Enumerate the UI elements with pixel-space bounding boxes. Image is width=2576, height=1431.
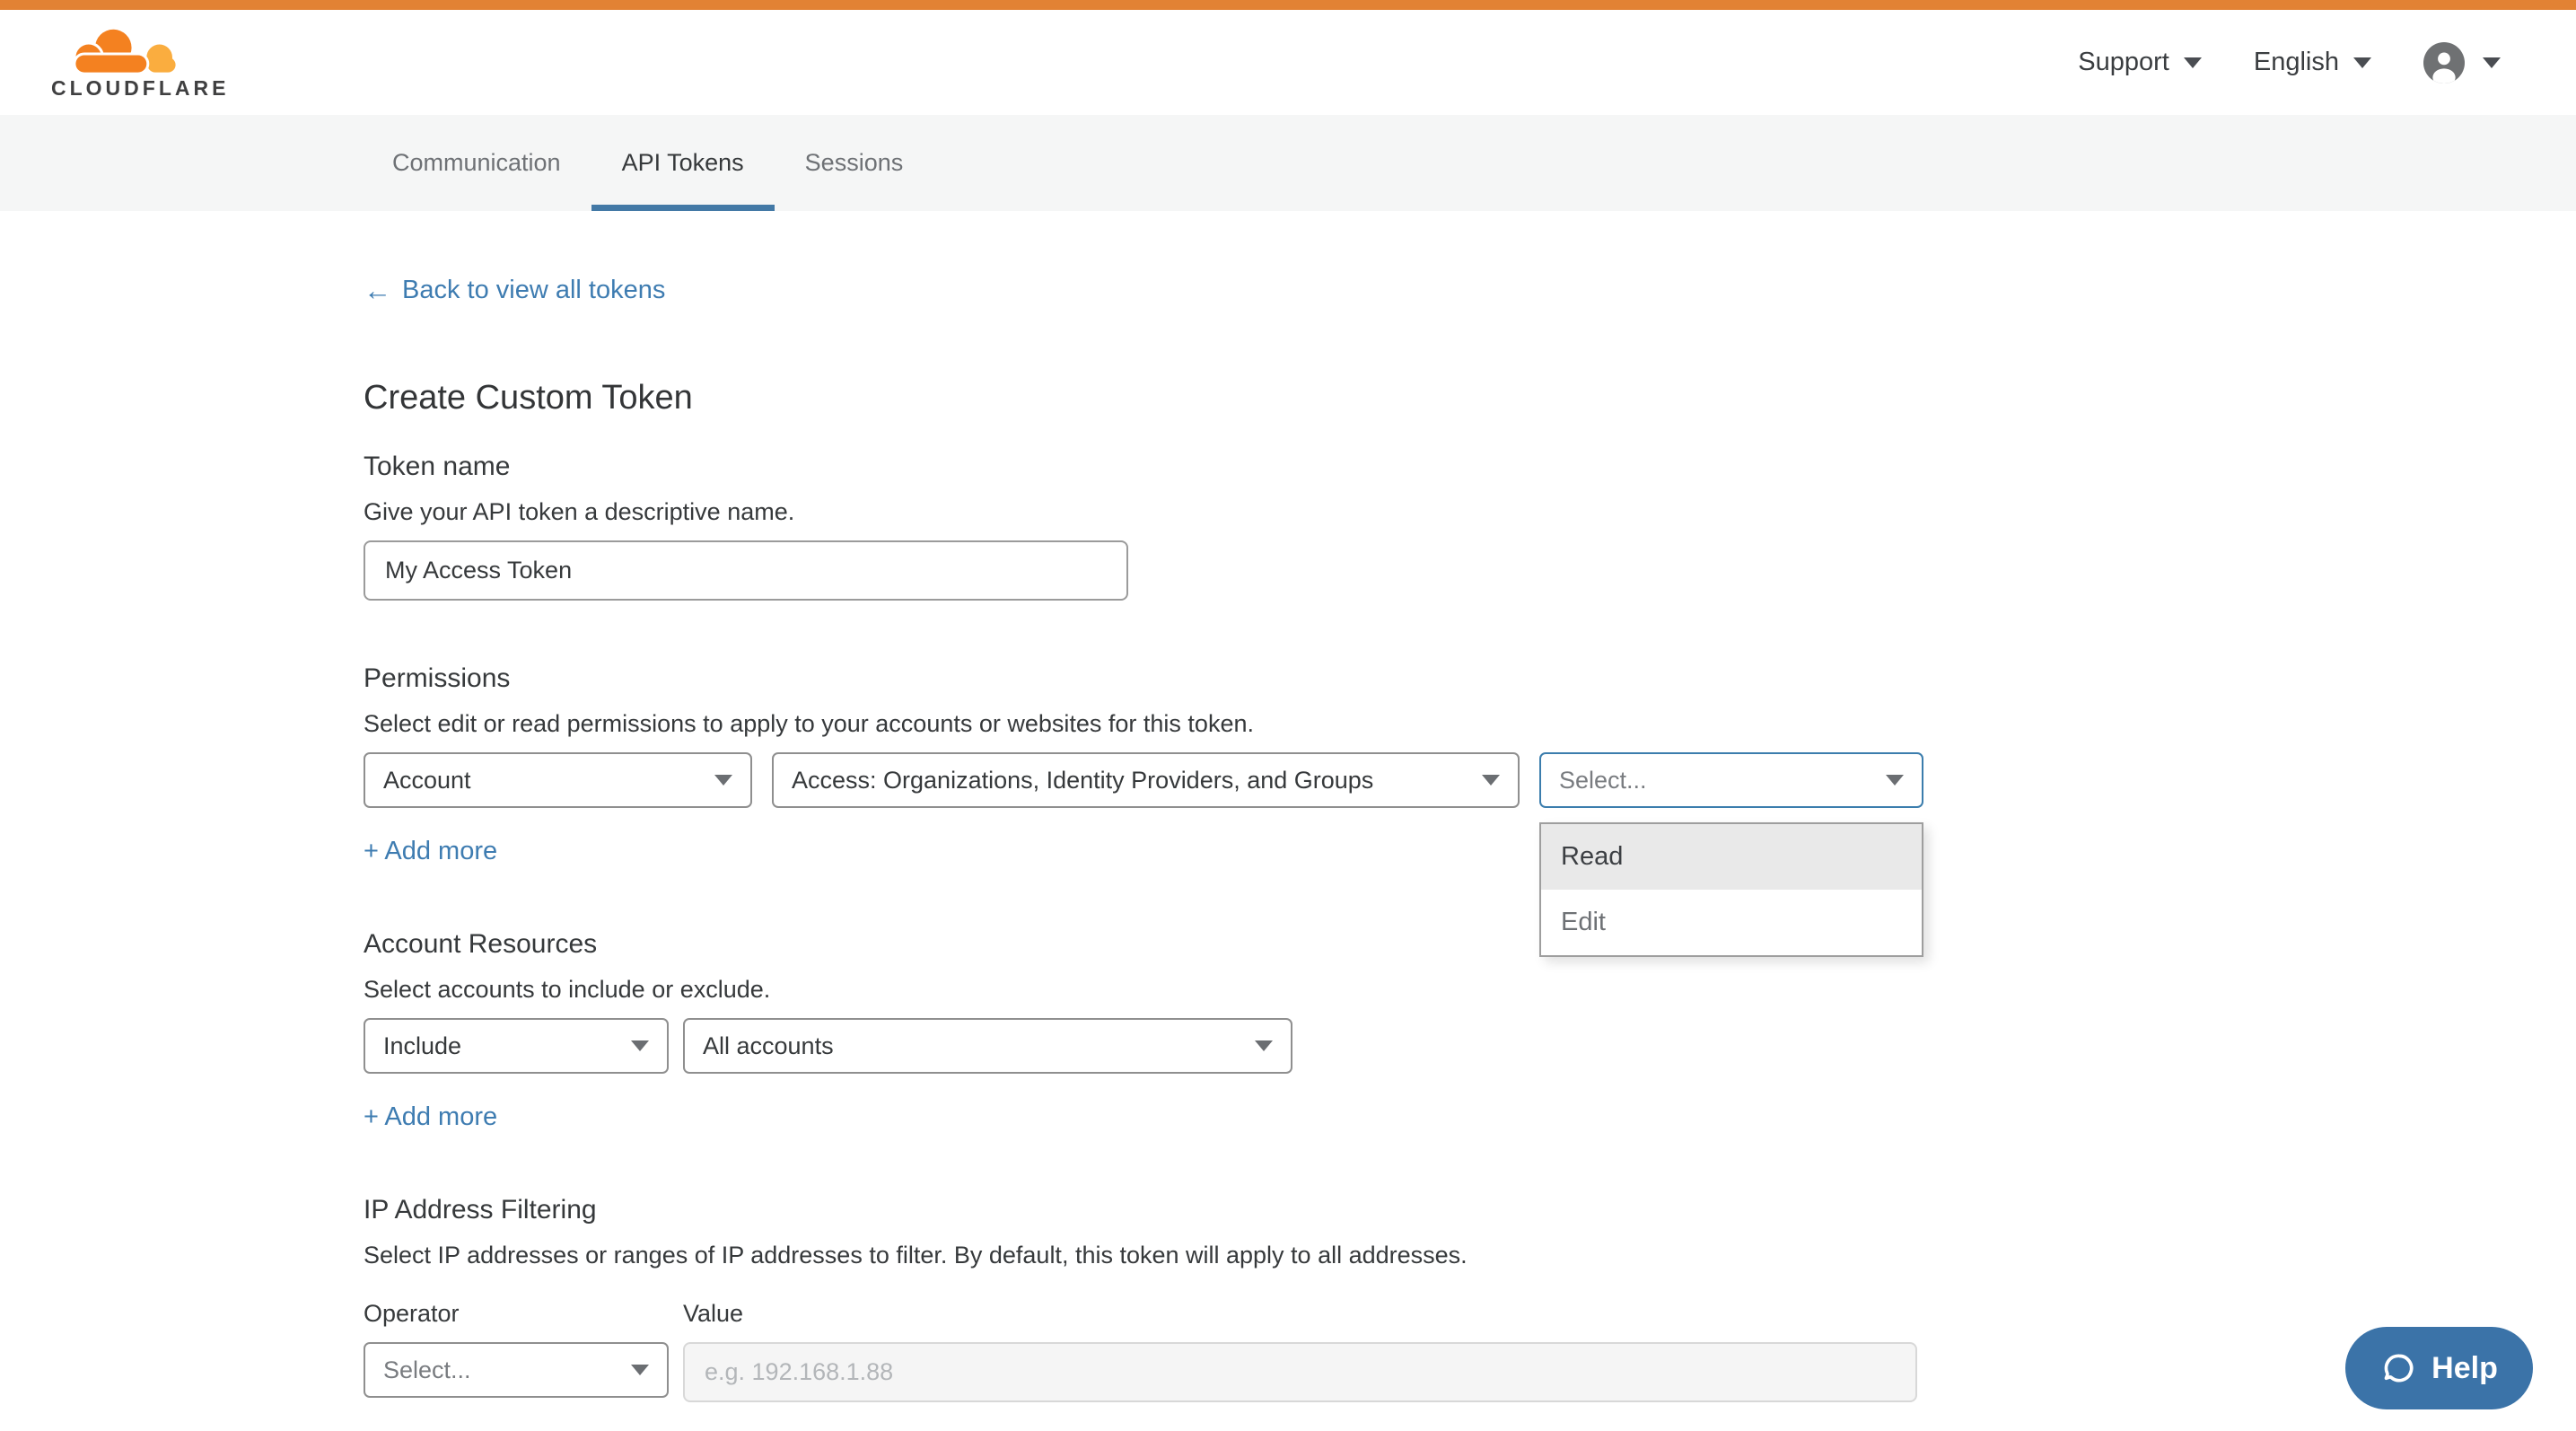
chevron-down-icon xyxy=(2483,57,2501,68)
ip-value-input[interactable] xyxy=(683,1342,1917,1402)
chevron-down-icon xyxy=(714,775,732,786)
support-label: Support xyxy=(2078,48,2169,77)
chat-bubble-icon xyxy=(2380,1349,2418,1387)
cloudflare-logo[interactable]: CLOUDFLARE xyxy=(51,25,229,101)
resource-accounts-value: All accounts xyxy=(703,1032,834,1060)
menu-item-read[interactable]: Read xyxy=(1541,824,1922,890)
permission-scope-select[interactable]: Account xyxy=(364,752,752,808)
permission-access-placeholder: Select... xyxy=(1559,767,1647,795)
help-button-label: Help xyxy=(2431,1351,2498,1386)
resource-mode-select[interactable]: Include xyxy=(364,1018,669,1074)
value-label: Value xyxy=(683,1300,1917,1328)
back-to-tokens-link[interactable]: ← Back to view all tokens xyxy=(364,276,665,305)
ip-filtering-labels: Operator Value xyxy=(364,1300,2576,1328)
ip-filtering-section: IP Address Filtering Select IP addresses… xyxy=(364,1195,2576,1402)
ip-filtering-row: Select... xyxy=(364,1342,2576,1402)
chevron-down-icon xyxy=(631,1365,649,1375)
access-dropdown-menu: Read Edit xyxy=(1539,822,1923,957)
account-resources-row: Include All accounts xyxy=(364,1018,2576,1074)
ip-operator-placeholder: Select... xyxy=(383,1356,471,1384)
resource-accounts-select[interactable]: All accounts xyxy=(683,1018,1292,1074)
permission-scope-value: Account xyxy=(383,767,471,795)
permission-group-value: Access: Organizations, Identity Provider… xyxy=(792,767,1373,795)
page-title: Create Custom Token xyxy=(364,379,2576,417)
support-menu[interactable]: Support xyxy=(2078,48,2202,77)
header: CLOUDFLARE Support English xyxy=(0,10,2576,115)
permissions-row: Account Access: Organizations, Identity … xyxy=(364,752,2576,808)
tab-communication[interactable]: Communication xyxy=(362,115,591,211)
chevron-down-icon xyxy=(1886,775,1904,786)
permissions-add-more-link[interactable]: + Add more xyxy=(364,837,497,866)
operator-label: Operator xyxy=(364,1300,669,1328)
chevron-down-icon xyxy=(631,1040,649,1051)
chevron-down-icon xyxy=(2353,57,2371,68)
language-menu[interactable]: English xyxy=(2254,48,2371,77)
token-name-description: Give your API token a descriptive name. xyxy=(364,498,2576,526)
chevron-down-icon xyxy=(2184,57,2202,68)
brand-accent-bar xyxy=(0,0,2576,10)
language-label: English xyxy=(2254,48,2339,77)
ip-filtering-description: Select IP addresses or ranges of IP addr… xyxy=(364,1242,2576,1269)
token-name-input[interactable] xyxy=(364,540,1128,601)
chevron-down-icon xyxy=(1255,1040,1273,1051)
main-content: ← Back to view all tokens Create Custom … xyxy=(0,211,2576,1402)
chevron-down-icon xyxy=(1482,775,1500,786)
account-menu[interactable] xyxy=(2423,42,2501,83)
top-navigation: Support English xyxy=(2078,42,2501,83)
help-button[interactable]: Help xyxy=(2345,1327,2533,1409)
account-resources-description: Select accounts to include or exclude. xyxy=(364,976,2576,1004)
permissions-section: Permissions Select edit or read permissi… xyxy=(364,663,2576,866)
tab-sessions[interactable]: Sessions xyxy=(775,115,934,211)
menu-item-edit[interactable]: Edit xyxy=(1541,890,1922,955)
tab-api-tokens[interactable]: API Tokens xyxy=(591,115,775,211)
cloudflare-wordmark: CLOUDFLARE xyxy=(51,76,229,101)
account-resources-heading: Account Resources xyxy=(364,929,2576,960)
user-avatar-icon xyxy=(2423,42,2465,83)
back-link-label: Back to view all tokens xyxy=(402,276,665,305)
profile-tabbar: Communication API Tokens Sessions xyxy=(0,115,2576,211)
back-arrow-icon: ← xyxy=(364,277,391,304)
permissions-heading: Permissions xyxy=(364,663,2576,694)
permission-access-select[interactable]: Select... Read Edit xyxy=(1539,752,1923,808)
ip-operator-select[interactable]: Select... xyxy=(364,1342,669,1398)
token-name-section: Token name Give your API token a descrip… xyxy=(364,452,2576,601)
ip-filtering-heading: IP Address Filtering xyxy=(364,1195,2576,1225)
account-resources-add-more-link[interactable]: + Add more xyxy=(364,1102,497,1132)
resource-mode-value: Include xyxy=(383,1032,461,1060)
token-name-heading: Token name xyxy=(364,452,2576,482)
cloudflare-cloud-icon xyxy=(51,25,195,75)
account-resources-section: Account Resources Select accounts to inc… xyxy=(364,929,2576,1132)
permission-group-select[interactable]: Access: Organizations, Identity Provider… xyxy=(772,752,1520,808)
permissions-description: Select edit or read permissions to apply… xyxy=(364,710,2576,738)
